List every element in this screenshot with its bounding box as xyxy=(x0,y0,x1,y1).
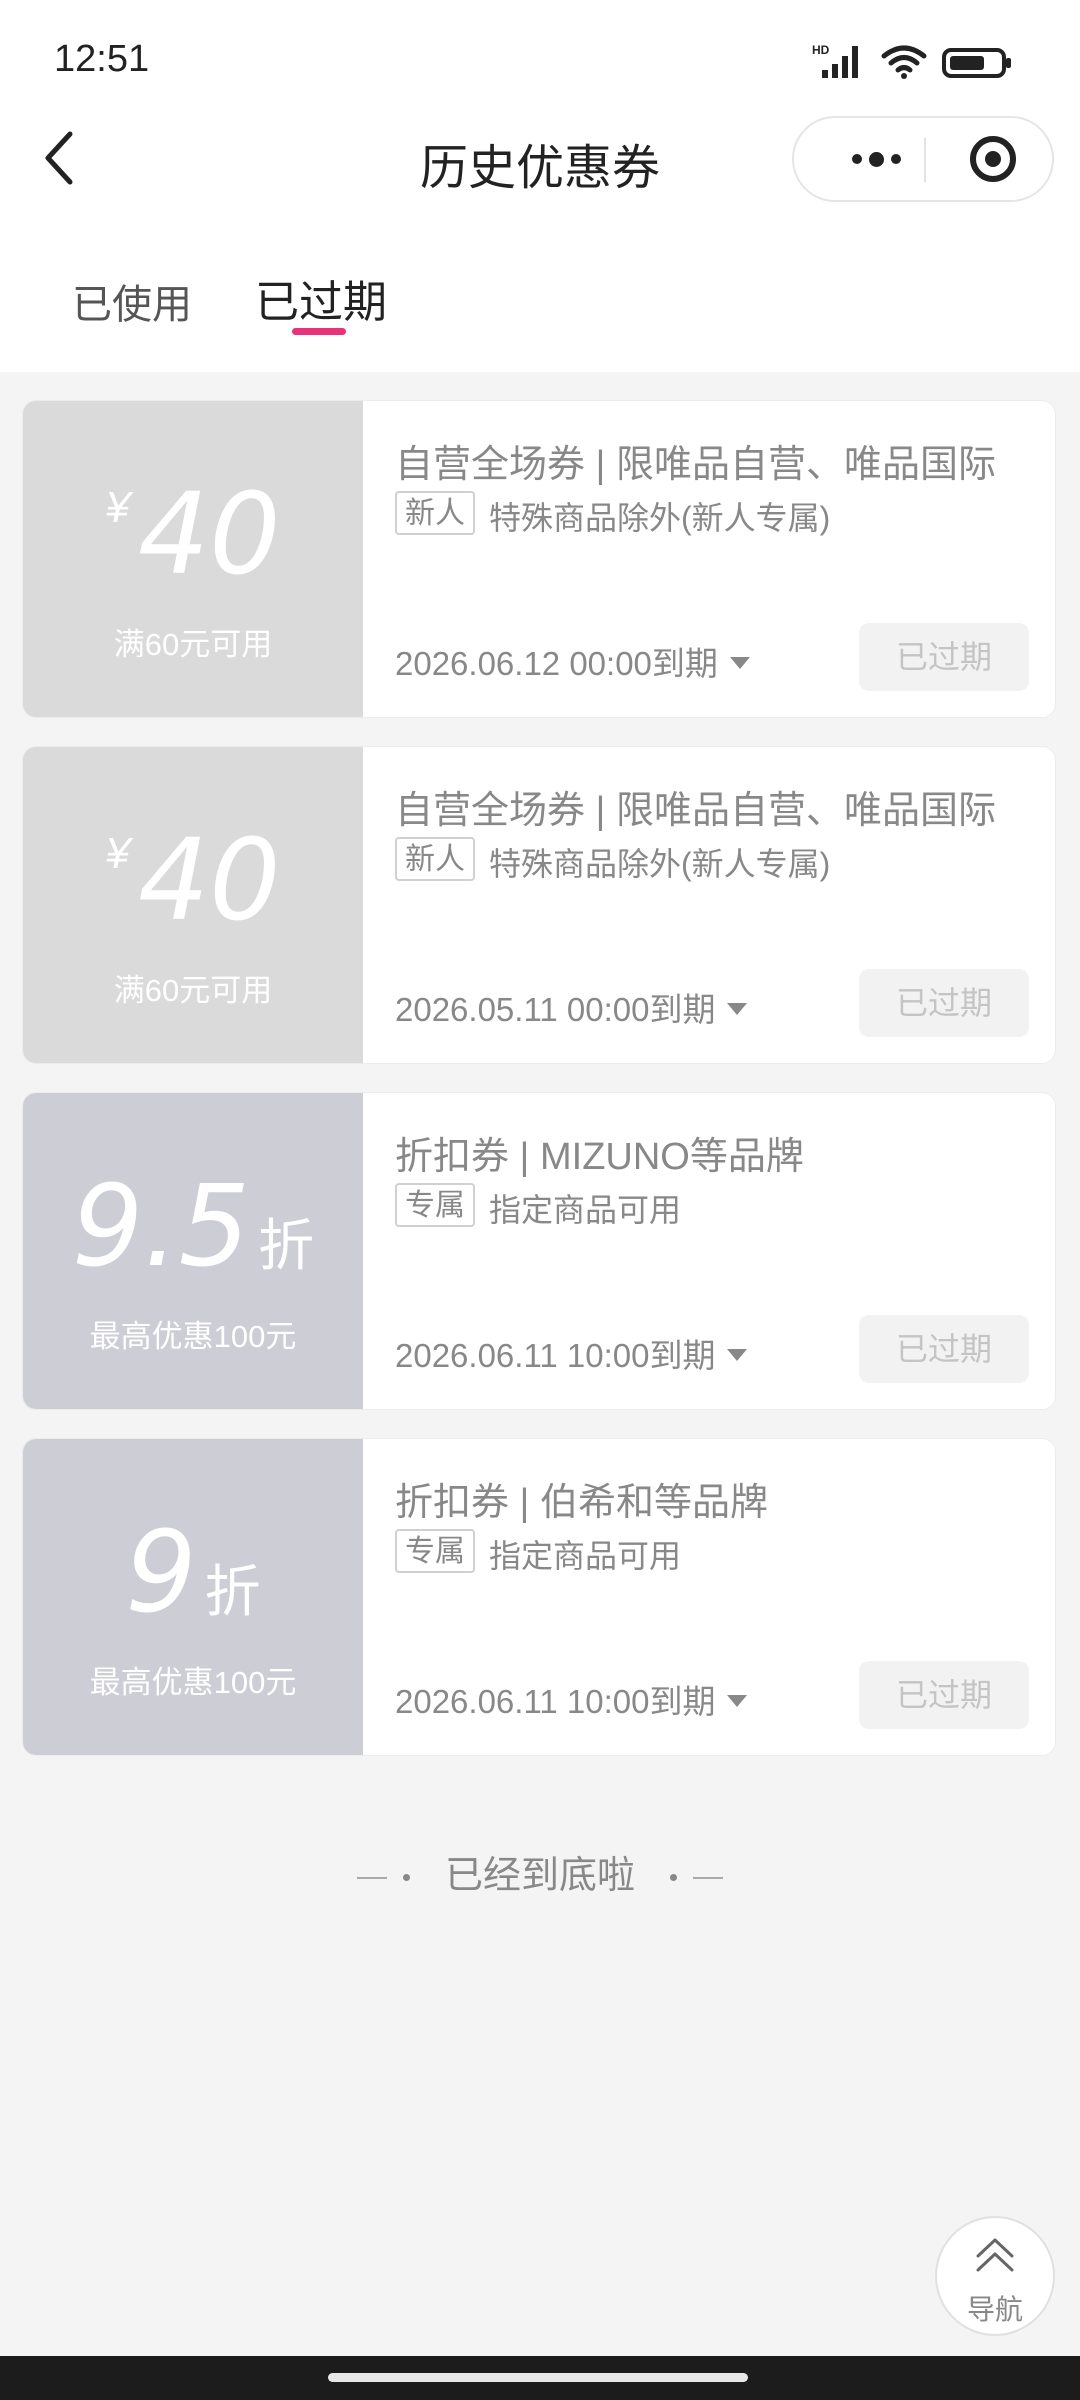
tab-expired[interactable]: 已过期 xyxy=(255,266,387,330)
coupon-condition: 满60元可用 xyxy=(113,627,273,662)
coupon-status-button[interactable]: 已过期 xyxy=(859,623,1029,691)
target-icon xyxy=(970,136,1016,182)
coupon-desc: 特殊商品除外(新人专属) xyxy=(489,500,831,536)
home-indicator[interactable] xyxy=(328,2373,748,2382)
coupon-expiry[interactable]: 2026.05.11 00:00到期 xyxy=(395,983,748,1031)
coupon-amount: 40 xyxy=(137,470,281,600)
more-dot-icon xyxy=(890,154,901,164)
more-dot-icon xyxy=(851,154,862,164)
coupon-amount: 40 xyxy=(137,816,281,946)
more-dot-icon xyxy=(868,151,884,167)
coupon-desc: 指定商品可用 xyxy=(489,1538,682,1574)
coupon-title: 折扣券 | MIZUNO等品牌 xyxy=(395,1136,804,1178)
coupon-title: 折扣券 | 伯希和等品牌 xyxy=(395,1482,768,1524)
caret-down-icon xyxy=(727,1349,748,1362)
caret-down-icon xyxy=(729,657,750,670)
coupon-title: 自营全场券 | 限唯品自营、唯品国际 xyxy=(395,444,996,486)
coupon-desc: 指定商品可用 xyxy=(489,1192,682,1228)
nav-float-button[interactable]: 导航 xyxy=(935,2216,1055,2336)
tab-used[interactable]: 已使用 xyxy=(72,272,192,330)
close-mini-program-button[interactable] xyxy=(969,135,1017,183)
coupon-condition: 最高优惠100元 xyxy=(89,1319,297,1354)
coupon-title: 自营全场券 | 限唯品自营、唯品国际 xyxy=(395,790,996,832)
coupon-expiry-text: 2026.06.12 00:00到期 xyxy=(395,645,718,682)
coupon-expiry[interactable]: 2026.06.11 10:00到期 xyxy=(395,1675,748,1723)
capsule-divider xyxy=(924,138,926,182)
coupon-unit: 折 xyxy=(204,1560,261,1623)
coupon-expiry[interactable]: 2026.06.12 00:00到期 xyxy=(395,637,750,685)
coupon-condition: 最高优惠100元 xyxy=(89,1665,297,1700)
coupon-amount: 9.5 xyxy=(71,1162,251,1292)
coupon-status-button[interactable]: 已过期 xyxy=(859,1661,1029,1729)
signal-icon: HD xyxy=(812,43,858,78)
coupon-expiry[interactable]: 2026.06.11 10:00到期 xyxy=(395,1329,748,1377)
tab-active-indicator xyxy=(292,328,346,335)
coupon-card[interactable]: 9.5 折 最高优惠100元 折扣券 | MIZUNO等品牌 专属 指定商品可用 … xyxy=(22,1092,1056,1410)
nav-float-label: 导航 xyxy=(966,2294,1023,2325)
coupon-amount-wrap: 9折 xyxy=(23,1517,363,1629)
status-time: 12:51 xyxy=(54,38,150,80)
coupon-amount-wrap: 9.5 折 xyxy=(23,1171,363,1283)
coupon-card[interactable]: ¥40 满60元可用 自营全场券 | 限唯品自营、唯品国际 新人 特殊商品除外(… xyxy=(22,746,1056,1064)
coupon-tag: 新人 xyxy=(395,491,475,535)
status-icons: HD xyxy=(812,42,1014,82)
coupon-status-button[interactable]: 已过期 xyxy=(859,1315,1029,1383)
double-chevron-up-icon xyxy=(976,2238,1014,2272)
coupon-tag: 新人 xyxy=(395,837,475,881)
end-dot-decoration xyxy=(403,1874,411,1882)
network-type-label: HD xyxy=(812,43,830,57)
coupon-tag: 专属 xyxy=(395,1183,475,1227)
coupon-card[interactable]: ¥40 满60元可用 自营全场券 | 限唯品自营、唯品国际 新人 特殊商品除外(… xyxy=(22,400,1056,718)
coupon-amount-wrap: ¥40 xyxy=(23,825,363,937)
caret-down-icon xyxy=(727,1003,748,1016)
coupon-expiry-text: 2026.05.11 00:00到期 xyxy=(395,991,716,1028)
coupon-desc: 特殊商品除外(新人专属) xyxy=(489,846,831,882)
mini-program-capsule xyxy=(792,116,1054,202)
currency-symbol: ¥ xyxy=(105,829,130,878)
coupon-expiry-text: 2026.06.11 10:00到期 xyxy=(395,1683,716,1720)
currency-symbol: ¥ xyxy=(105,483,130,532)
battery-icon xyxy=(942,48,1011,78)
more-button[interactable] xyxy=(828,118,924,200)
coupon-tag: 专属 xyxy=(395,1529,475,1573)
coupon-amount-wrap: ¥40 xyxy=(23,479,363,591)
wifi-icon xyxy=(881,45,927,79)
caret-down-icon xyxy=(727,1695,748,1708)
end-dash-decoration xyxy=(692,1876,723,1879)
coupon-condition: 满60元可用 xyxy=(113,973,273,1008)
coupon-expiry-text: 2026.06.11 10:00到期 xyxy=(395,1337,716,1374)
coupon-card[interactable]: 9折 最高优惠100元 折扣券 | 伯希和等品牌 专属 指定商品可用 2026.… xyxy=(22,1438,1056,1756)
end-dot-decoration xyxy=(669,1874,677,1882)
coupon-status-button[interactable]: 已过期 xyxy=(859,969,1029,1037)
coupon-unit: 折 xyxy=(258,1214,315,1277)
end-of-list-text: 已经到底啦 xyxy=(444,1855,635,1897)
end-dash-decoration xyxy=(357,1876,388,1879)
coupon-amount: 9 xyxy=(125,1508,197,1638)
end-of-list: 已经到底啦 xyxy=(0,1844,1080,1899)
